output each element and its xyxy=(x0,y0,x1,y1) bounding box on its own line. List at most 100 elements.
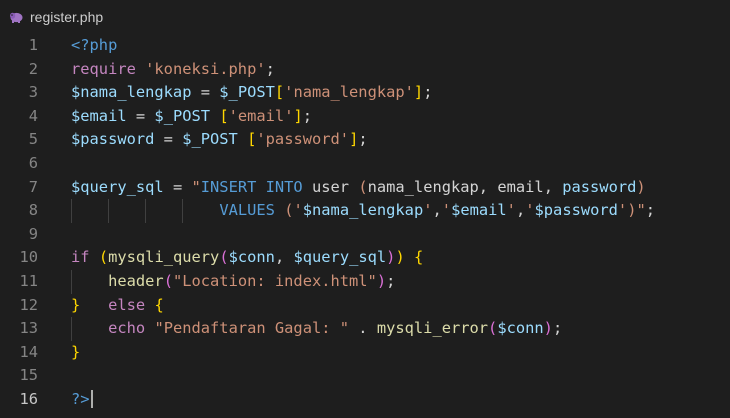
code-token: $_POST xyxy=(219,83,275,102)
code-line[interactable]: 3 $nama_lengkap = $_POST['nama_lengkap']; xyxy=(0,81,730,105)
code-content: } else { xyxy=(71,294,164,318)
code-token: mysqli_query xyxy=(108,248,220,267)
code-line[interactable]: 14} xyxy=(0,341,730,365)
file-tab-label: register.php xyxy=(30,9,104,25)
code-token: ' xyxy=(441,201,452,220)
code-line[interactable]: 16 ?> xyxy=(0,388,730,412)
code-token: VALUES xyxy=(219,201,275,220)
code-token: ( xyxy=(98,248,109,267)
code-line[interactable]: 6 xyxy=(0,152,730,176)
code-token: ; xyxy=(645,201,656,220)
line-number: 3 xyxy=(28,83,38,102)
code-token: { xyxy=(154,295,164,314)
code-token: header xyxy=(108,271,164,290)
line-number: 5 xyxy=(28,130,38,149)
code-line[interactable]: 2 require 'koneksi.php'; xyxy=(0,58,730,82)
code-line[interactable]: 4 $email = $_POST ['email']; xyxy=(0,105,730,129)
code-token: ) xyxy=(636,177,646,196)
code-content: require 'koneksi.php'; xyxy=(71,58,275,82)
code-token: "Pendaftaran Gagal: " xyxy=(154,319,350,338)
code-token: { xyxy=(414,248,424,267)
code-content: echo "Pendaftaran Gagal: " . mysqli_erro… xyxy=(71,317,562,341)
code-token: ; xyxy=(358,130,368,149)
code-token: $password xyxy=(71,130,155,149)
code-token: ( xyxy=(163,271,173,290)
code-line[interactable]: 13 echo "Pendaftaran Gagal: " . mysqli_er… xyxy=(0,317,730,341)
code-token: password xyxy=(562,177,637,196)
line-number: 12 xyxy=(19,295,38,314)
code-token: [ xyxy=(274,83,285,102)
code-content: $nama_lengkap = $_POST['nama_lengkap']; xyxy=(71,81,432,105)
line-number: 13 xyxy=(19,319,38,338)
line-number: 8 xyxy=(28,201,38,220)
code-token: echo xyxy=(108,319,146,338)
code-token: $_POST xyxy=(182,130,238,149)
code-token: ( xyxy=(358,177,368,196)
code-token: = xyxy=(126,106,155,125)
code-token: $conn xyxy=(497,319,544,338)
code-token: = xyxy=(191,83,220,102)
code-token: , xyxy=(274,248,294,267)
code-token: )" xyxy=(627,201,646,220)
code-line[interactable]: 11 header("Location: index.html"); xyxy=(0,269,730,294)
line-number: 4 xyxy=(28,106,38,125)
code-token: ' xyxy=(293,201,303,220)
code-line[interactable]: 10 if (mysqli_query($conn, $query_sql)) { xyxy=(0,246,730,270)
code-token: ' xyxy=(506,201,516,220)
code-token: $nama_lengkap xyxy=(71,83,192,102)
code-token: $email xyxy=(451,201,507,220)
code-token: [ xyxy=(247,130,257,149)
code-content: VALUES ('$nama_lengkap','$email','$passw… xyxy=(71,199,655,223)
code-editor[interactable]: 1 <?php 2 require 'koneksi.php'; 3 $nama_leng… xyxy=(0,34,730,412)
code-token: , xyxy=(478,177,498,196)
indent-guide xyxy=(145,199,147,223)
code-token: = xyxy=(154,130,183,149)
line-number: 2 xyxy=(28,59,38,78)
code-token: ; xyxy=(552,319,563,338)
code-token: ( xyxy=(488,319,498,338)
line-number: 16 xyxy=(19,389,38,408)
file-tab-register-php[interactable]: register.php xyxy=(0,0,113,34)
code-token: INSERT INTO xyxy=(200,177,303,196)
code-token: $email xyxy=(71,106,127,125)
indent-guide xyxy=(182,199,184,223)
code-token: 'email' xyxy=(228,106,294,125)
code-line[interactable]: 1 <?php xyxy=(0,34,730,58)
code-line[interactable]: 7 $query_sql = "INSERT INTO user (nama_le… xyxy=(0,176,730,200)
code-content: $password = $_POST ['password']; xyxy=(71,128,368,152)
code-content: $email = $_POST ['email']; xyxy=(71,105,312,129)
code-token: <?php xyxy=(71,36,118,54)
line-number: 14 xyxy=(19,342,38,361)
code-token: "Location: index.html" xyxy=(172,271,377,290)
line-number: 9 xyxy=(28,224,38,243)
code-line[interactable]: 9 xyxy=(0,223,730,247)
code-token: 'password' xyxy=(256,130,350,149)
indent-guide xyxy=(71,317,72,341)
code-content: ?> xyxy=(71,388,93,412)
code-token: 'koneksi.php' xyxy=(145,59,266,78)
line-number: 7 xyxy=(28,177,38,196)
code-token: ; xyxy=(265,59,275,78)
line-number: 10 xyxy=(19,248,38,267)
code-line[interactable]: 8 VALUES ('$nama_lengkap','$email','$pass… xyxy=(0,199,730,223)
editor-tab-bar: register.php xyxy=(0,0,730,34)
code-token: ( xyxy=(274,201,294,220)
code-token: ; xyxy=(302,106,313,125)
code-line[interactable]: 15 xyxy=(0,364,730,388)
code-token: ] xyxy=(413,83,424,102)
text-cursor xyxy=(90,390,93,409)
php-elephant-icon xyxy=(10,12,23,23)
code-token: $nama_lengkap xyxy=(302,201,424,220)
code-token: ; xyxy=(423,83,433,102)
code-token: ] xyxy=(349,130,359,149)
code-token: " xyxy=(191,177,201,196)
code-token: $conn xyxy=(228,248,275,267)
code-token: ( xyxy=(219,248,229,267)
code-token: 'nama_lengkap' xyxy=(284,83,414,102)
code-token: ] xyxy=(293,106,303,125)
code-line[interactable]: 12 } else { xyxy=(0,294,730,318)
code-token: . xyxy=(349,319,377,338)
code-line[interactable]: 5 $password = $_POST ['password']; xyxy=(0,128,730,152)
